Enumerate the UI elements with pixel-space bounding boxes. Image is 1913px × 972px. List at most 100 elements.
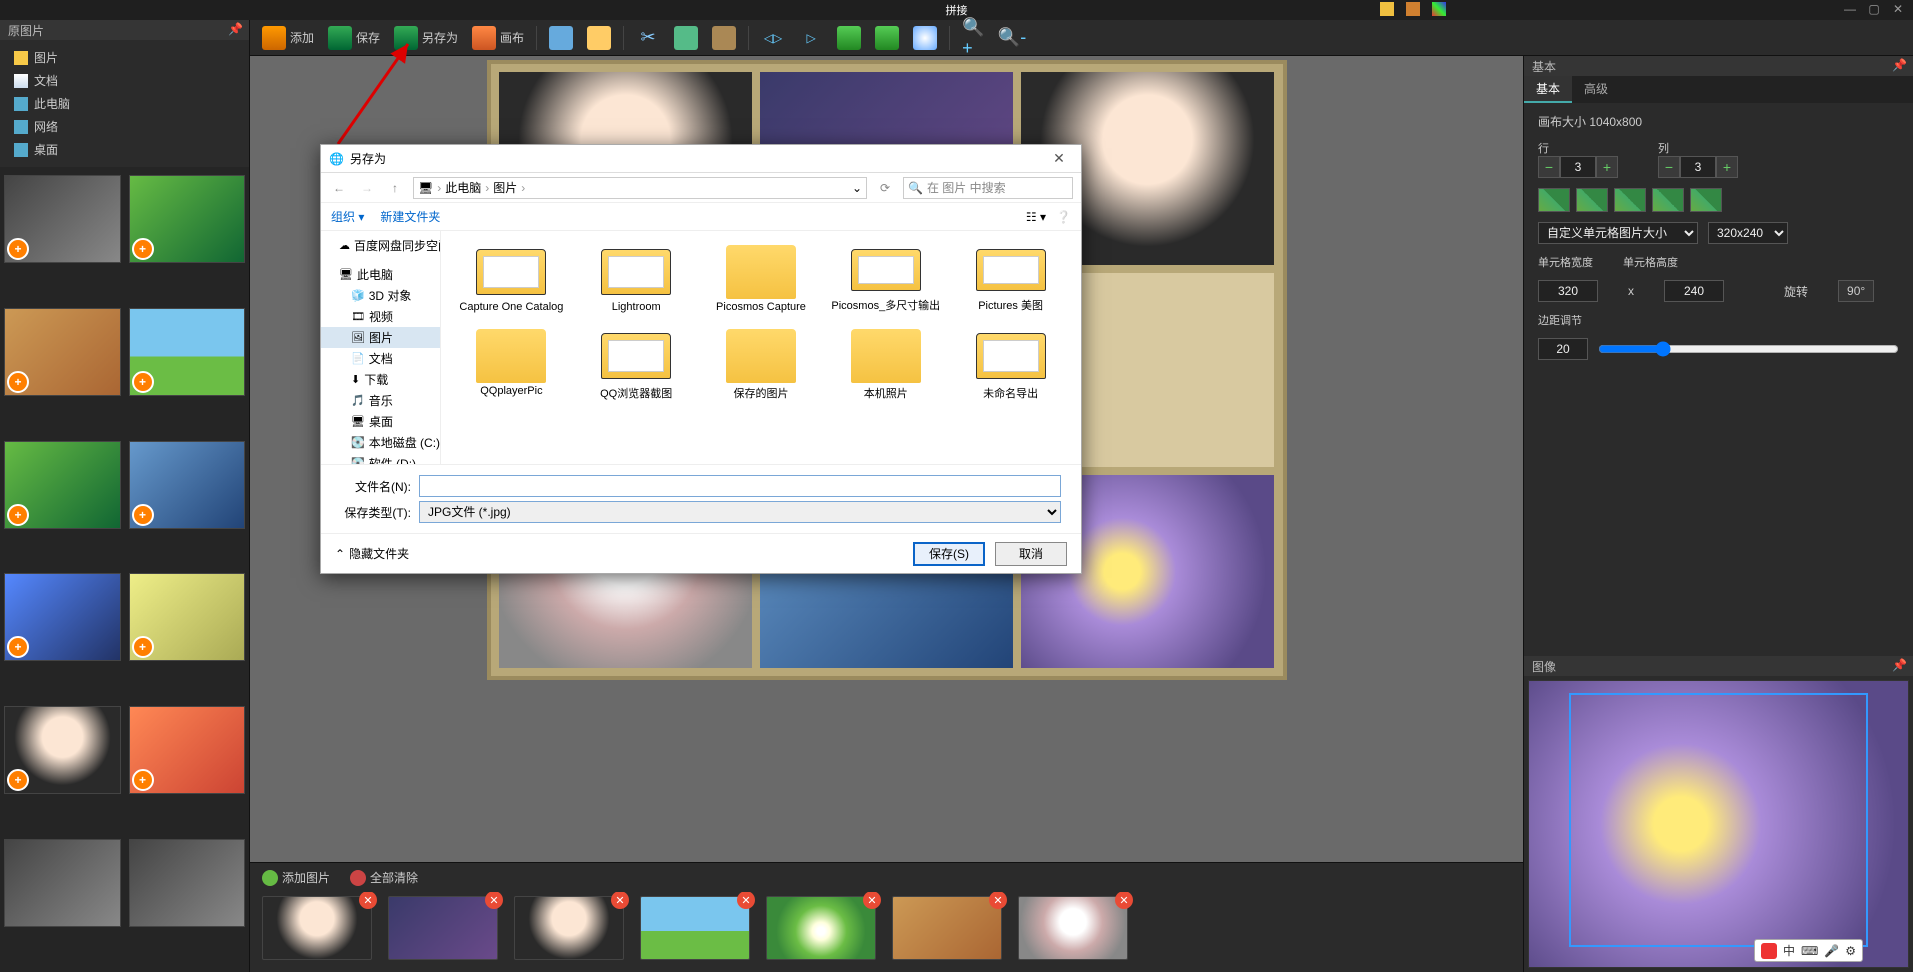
preset-item[interactable] xyxy=(1652,188,1684,212)
cols-stepper[interactable]: −+ xyxy=(1658,156,1738,178)
thumb-item[interactable]: + xyxy=(4,175,121,263)
zoom-in-button[interactable]: 🔍+ xyxy=(956,24,992,52)
rows-stepper[interactable]: −+ xyxy=(1538,156,1618,178)
tree-item-thispc[interactable]: 此电脑 xyxy=(10,92,239,115)
thumb-item[interactable]: + xyxy=(129,573,246,661)
side-item-diskc[interactable]: 💽 本地磁盘 (C:) xyxy=(321,432,440,453)
tab-advanced[interactable]: 高级 xyxy=(1572,76,1620,103)
tray-item[interactable]: ✕ xyxy=(262,896,372,960)
dialog-cancel-button[interactable]: 取消 xyxy=(995,542,1067,566)
image-preview[interactable] xyxy=(1528,680,1909,968)
add-button[interactable]: 添加 xyxy=(256,24,320,52)
folder-item[interactable]: Picosmos_多尺寸输出 xyxy=(825,241,946,317)
ime-settings-icon[interactable]: ⚙ xyxy=(1845,944,1856,958)
filename-input[interactable] xyxy=(419,475,1061,497)
maximize-button[interactable]: ▢ xyxy=(1865,2,1883,16)
minus-button[interactable]: − xyxy=(1658,156,1680,178)
side-item-downloads[interactable]: ⬇ 下载 xyxy=(321,369,440,390)
thumb-item[interactable]: + xyxy=(4,706,121,794)
hide-folders-toggle[interactable]: ⌃ 隐藏文件夹 xyxy=(335,545,409,562)
remove-icon[interactable]: ✕ xyxy=(359,892,377,909)
cell-size-mode-select[interactable]: 自定义单元格图片大小 xyxy=(1538,222,1698,244)
ime-lang[interactable]: 中 xyxy=(1783,942,1795,959)
side-item-3d[interactable]: 🧊 3D 对象 xyxy=(321,285,440,306)
organize-menu[interactable]: 组织 ▾ xyxy=(331,208,364,225)
side-item-video[interactable]: 🎞 视频 xyxy=(321,306,440,327)
paste-button[interactable] xyxy=(706,24,742,52)
thumb-item[interactable]: + xyxy=(4,308,121,396)
print-button[interactable] xyxy=(543,24,579,52)
plus-button[interactable]: + xyxy=(1596,156,1618,178)
tray-item[interactable]: ✕ xyxy=(766,896,876,960)
thumb-item[interactable] xyxy=(4,839,121,927)
margin-input[interactable] xyxy=(1538,338,1588,360)
folder-item[interactable]: Picosmos Capture xyxy=(701,241,822,317)
new-folder-button[interactable]: 新建文件夹 xyxy=(380,208,440,225)
view-mode-button[interactable]: ☷ ▾ xyxy=(1026,210,1046,224)
folder-item[interactable]: 保存的图片 xyxy=(701,325,822,405)
note-icon[interactable] xyxy=(1380,2,1394,16)
thumb-item[interactable]: + xyxy=(4,573,121,661)
add-badge-icon[interactable]: + xyxy=(132,238,154,260)
saveas-button[interactable]: 另存为 xyxy=(388,24,464,52)
folder-item[interactable]: QQ浏览器截图 xyxy=(576,325,697,405)
thumb-item[interactable]: + xyxy=(129,441,246,529)
filetype-select[interactable]: JPG文件 (*.jpg) xyxy=(419,501,1061,523)
add-badge-icon[interactable]: + xyxy=(132,636,154,658)
folder-item[interactable]: Capture One Catalog xyxy=(451,241,572,317)
preset-item[interactable] xyxy=(1538,188,1570,212)
side-item-desktop[interactable]: 🖥 桌面 xyxy=(321,411,440,432)
thumb-item[interactable]: + xyxy=(129,175,246,263)
ime-mic-icon[interactable]: 🎤 xyxy=(1824,944,1839,958)
pencil-icon[interactable] xyxy=(1406,2,1420,16)
dialog-titlebar[interactable]: 🌐 另存为 ✕ xyxy=(321,145,1081,173)
folder-item[interactable]: 未命名导出 xyxy=(950,325,1071,405)
plus-button[interactable]: + xyxy=(1716,156,1738,178)
copy-button[interactable] xyxy=(668,24,704,52)
close-button[interactable]: ✕ xyxy=(1889,2,1907,16)
ime-bar[interactable]: 中 ⌨ 🎤 ⚙ xyxy=(1754,939,1863,962)
add-badge-icon[interactable]: + xyxy=(132,504,154,526)
crop-frame[interactable] xyxy=(1569,693,1868,947)
add-badge-icon[interactable]: + xyxy=(7,238,29,260)
tab-basic[interactable]: 基本 xyxy=(1524,76,1572,103)
preset-item[interactable] xyxy=(1576,188,1608,212)
thumb-item[interactable]: + xyxy=(129,308,246,396)
remove-icon[interactable]: ✕ xyxy=(485,892,503,909)
nav-forward-button[interactable]: → xyxy=(357,178,377,198)
folder-grid[interactable]: Capture One Catalog Lightroom Picosmos C… xyxy=(441,231,1081,464)
cell-width-input[interactable] xyxy=(1538,280,1598,302)
cell-height-input[interactable] xyxy=(1664,280,1724,302)
tree-item-pictures[interactable]: 图片 xyxy=(10,46,239,69)
add-image-button[interactable]: 添加图片 xyxy=(262,869,330,886)
dialog-close-button[interactable]: ✕ xyxy=(1045,150,1073,167)
folder-item[interactable]: 本机照片 xyxy=(825,325,946,405)
remove-icon[interactable]: ✕ xyxy=(611,892,629,909)
preset-item[interactable] xyxy=(1614,188,1646,212)
rotate-button[interactable]: 90° xyxy=(1838,280,1874,302)
save-button[interactable]: 保存 xyxy=(322,24,386,52)
side-item-music[interactable]: 🎵 音乐 xyxy=(321,390,440,411)
cols-input[interactable] xyxy=(1680,156,1716,178)
canvas-button[interactable]: 画布 xyxy=(466,24,530,52)
color-grid-icon[interactable] xyxy=(1432,2,1446,16)
tree-item-network[interactable]: 网络 xyxy=(10,115,239,138)
preset-item[interactable] xyxy=(1690,188,1722,212)
tree-item-desktop[interactable]: 桌面 xyxy=(10,138,239,161)
minimize-button[interactable]: — xyxy=(1841,2,1859,16)
dialog-sidebar[interactable]: ☁ 百度网盘同步空间 🖥 此电脑 🧊 3D 对象 🎞 视频 🖼 图片 📄 文档 … xyxy=(321,231,441,464)
folder-item[interactable]: Lightroom xyxy=(576,241,697,317)
thumb-item[interactable]: + xyxy=(4,441,121,529)
pin-icon[interactable]: 📌 xyxy=(1892,658,1907,672)
add-badge-icon[interactable]: + xyxy=(7,769,29,791)
pin-icon[interactable]: 📌 xyxy=(1892,58,1907,72)
add-badge-icon[interactable]: + xyxy=(7,504,29,526)
tray-item[interactable]: ✕ xyxy=(640,896,750,960)
add-badge-icon[interactable]: + xyxy=(7,636,29,658)
cut-button[interactable]: ✂ xyxy=(630,24,666,52)
nav-back-button[interactable]: ← xyxy=(329,178,349,198)
tray-item[interactable]: ✕ xyxy=(1018,896,1128,960)
tray-item[interactable]: ✕ xyxy=(388,896,498,960)
tray-item[interactable]: ✕ xyxy=(892,896,1002,960)
rotate-right-button[interactable] xyxy=(869,24,905,52)
